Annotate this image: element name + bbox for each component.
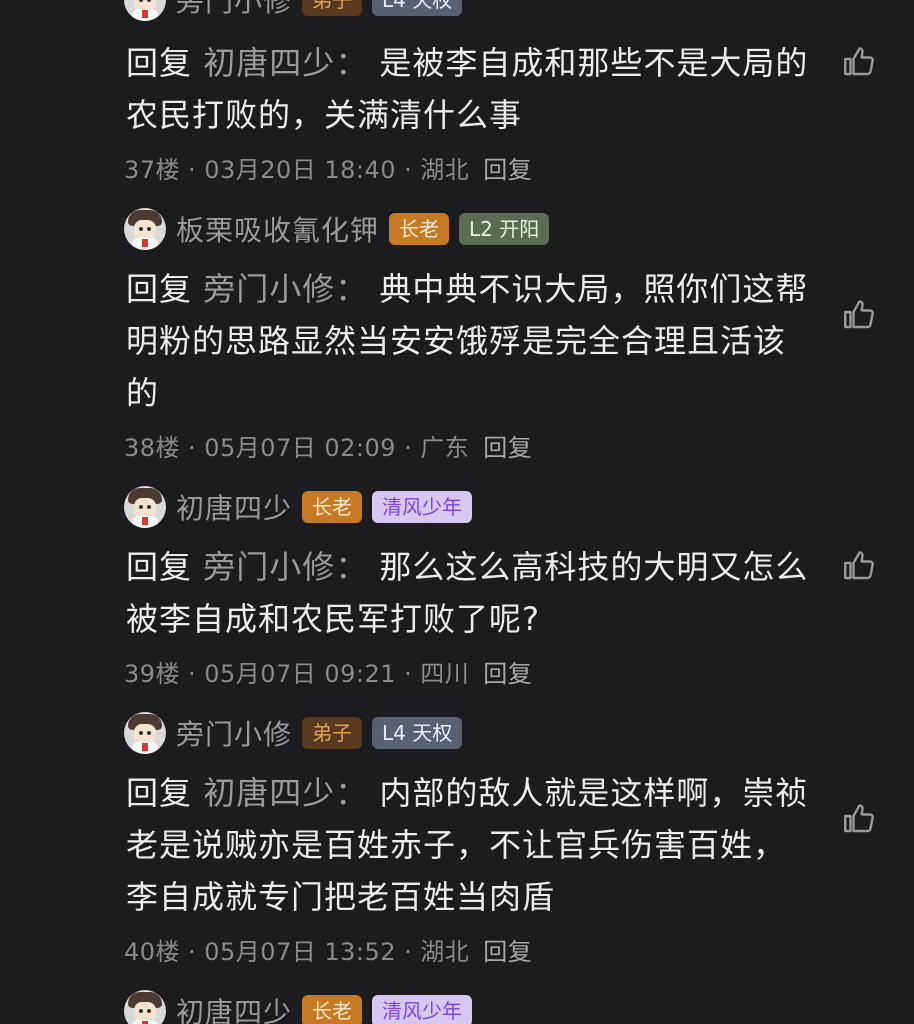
rank-badge: 长老 bbox=[302, 995, 363, 1024]
comment-text[interactable]: 回复 初唐四少： 是被李自成和那些不是大局的农民打败的，关满清什么事 bbox=[126, 37, 816, 141]
thumbs-up-icon[interactable] bbox=[840, 44, 876, 80]
comment-meta: 39楼 · 05月07日 09:21 · 四川 回复 bbox=[124, 654, 532, 689]
reply-button[interactable]: 回复 bbox=[483, 660, 532, 688]
comment-time: 05月07日 13:52 bbox=[204, 938, 397, 966]
comment-text[interactable]: 回复 旁门小修： 那么这么高科技的大明又怎么被李自成和农民军打败了呢? bbox=[126, 541, 816, 645]
reply-separator: ： bbox=[335, 774, 369, 812]
avatar[interactable] bbox=[124, 486, 166, 528]
comment-location: 湖北 bbox=[420, 938, 470, 966]
floor-number: 38楼 bbox=[124, 434, 181, 462]
comment-header: 旁门小修 弟子 L4 天权 bbox=[124, 711, 463, 755]
reply-prefix: 回复 bbox=[126, 270, 193, 308]
level-badge: L4 天权 bbox=[372, 0, 463, 16]
avatar[interactable] bbox=[124, 990, 166, 1024]
reply-prefix: 回复 bbox=[126, 774, 193, 812]
level-badge: 清风少年 bbox=[372, 995, 473, 1024]
separator-dot: · bbox=[404, 156, 413, 184]
thumbs-up-icon[interactable] bbox=[840, 548, 876, 584]
separator-dot: · bbox=[188, 434, 197, 462]
separator-dot: · bbox=[188, 938, 197, 966]
thumbs-up-icon[interactable] bbox=[840, 801, 876, 837]
separator-dot: · bbox=[404, 660, 413, 688]
rank-badge: 弟子 bbox=[302, 0, 363, 16]
comment-header: 板栗吸收氰化钾 长老 L2 开阳 bbox=[124, 207, 550, 251]
comment-text[interactable]: 回复 旁门小修： 典中典不识大局，照你们这帮明粉的思路显然当安安饿殍是完全合理且… bbox=[126, 263, 816, 419]
reply-separator: ： bbox=[335, 548, 369, 586]
comment-time: 05月07日 09:21 bbox=[204, 660, 397, 688]
comment-header: 初唐四少 长老 清风少年 bbox=[124, 485, 473, 529]
reply-button[interactable]: 回复 bbox=[483, 938, 532, 966]
separator-dot: · bbox=[188, 156, 197, 184]
rank-badge: 长老 bbox=[389, 213, 450, 245]
username[interactable]: 旁门小修 bbox=[176, 0, 292, 20]
comment-header: 旁门小修 弟子 L4 天权 bbox=[124, 0, 463, 22]
reply-prefix: 回复 bbox=[126, 44, 193, 82]
comment-time: 05月07日 02:09 bbox=[204, 434, 397, 462]
level-badge: L4 天权 bbox=[372, 717, 463, 749]
avatar[interactable] bbox=[124, 0, 166, 21]
comment-location: 广东 bbox=[420, 434, 470, 462]
comment-text[interactable]: 回复 初唐四少： 内部的敌人就是这样啊，崇祯老是说贼亦是百姓赤子，不让官兵伤害百… bbox=[126, 767, 816, 923]
comment-location: 湖北 bbox=[420, 156, 470, 184]
comment-header: 初唐四少 长老 清风少年 bbox=[124, 989, 473, 1024]
reply-separator: ： bbox=[335, 44, 369, 82]
username[interactable]: 旁门小修 bbox=[176, 713, 292, 753]
comment-location: 四川 bbox=[420, 660, 470, 688]
separator-dot: · bbox=[404, 434, 413, 462]
username[interactable]: 初唐四少 bbox=[176, 487, 292, 527]
reply-target-user[interactable]: 初唐四少 bbox=[203, 774, 335, 812]
rank-badge: 长老 bbox=[302, 491, 363, 523]
username[interactable]: 板栗吸收氰化钾 bbox=[176, 209, 379, 249]
level-badge: 清风少年 bbox=[372, 491, 473, 523]
reply-separator: ： bbox=[335, 270, 369, 308]
reply-target-user[interactable]: 旁门小修 bbox=[203, 548, 335, 586]
comment-meta: 37楼 · 03月20日 18:40 · 湖北 回复 bbox=[124, 150, 532, 185]
comment-meta: 40楼 · 05月07日 13:52 · 湖北 回复 bbox=[124, 932, 532, 967]
reply-button[interactable]: 回复 bbox=[483, 434, 532, 462]
separator-dot: · bbox=[188, 660, 197, 688]
avatar[interactable] bbox=[124, 712, 166, 754]
reply-button[interactable]: 回复 bbox=[483, 156, 532, 184]
reply-target-user[interactable]: 旁门小修 bbox=[203, 270, 335, 308]
reply-prefix: 回复 bbox=[126, 548, 193, 586]
level-badge: L2 开阳 bbox=[459, 213, 550, 245]
comment-time: 03月20日 18:40 bbox=[204, 156, 397, 184]
floor-number: 39楼 bbox=[124, 660, 181, 688]
username[interactable]: 初唐四少 bbox=[176, 991, 292, 1024]
rank-badge: 弟子 bbox=[302, 717, 363, 749]
floor-number: 37楼 bbox=[124, 156, 181, 184]
thumbs-up-icon[interactable] bbox=[840, 297, 876, 333]
avatar[interactable] bbox=[124, 208, 166, 250]
separator-dot: · bbox=[404, 938, 413, 966]
comment-meta: 38楼 · 05月07日 02:09 · 广东 回复 bbox=[124, 428, 532, 463]
floor-number: 40楼 bbox=[124, 938, 181, 966]
reply-target-user[interactable]: 初唐四少 bbox=[203, 44, 335, 82]
